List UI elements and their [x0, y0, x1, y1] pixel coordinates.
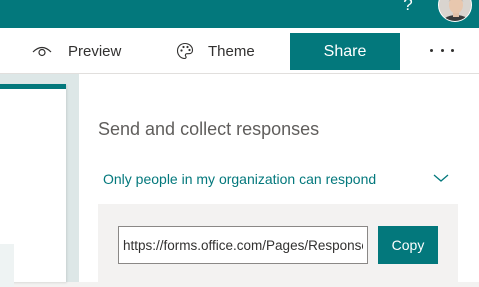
eye-icon: [32, 44, 52, 58]
theme-button[interactable]: Theme: [176, 28, 255, 74]
copy-button[interactable]: Copy: [378, 226, 438, 264]
avatar[interactable]: [438, 0, 472, 22]
link-box: Copy: [98, 204, 458, 282]
theme-label: Theme: [208, 42, 255, 60]
toolbar: Preview Theme Share: [0, 28, 479, 74]
form-canvas: [0, 74, 79, 287]
chevron-down-icon: [433, 170, 449, 188]
more-icon[interactable]: [430, 40, 454, 60]
palette-icon: [176, 42, 194, 60]
preview-button[interactable]: Preview: [32, 28, 121, 74]
preview-label: Preview: [68, 42, 122, 60]
panel-title: Send and collect responses: [98, 119, 320, 139]
help-icon[interactable]: ?: [398, 0, 418, 15]
share-link-input[interactable]: [118, 226, 368, 264]
send-panel: Send and collect responses Only people i…: [79, 74, 479, 282]
form-card[interactable]: [0, 84, 66, 287]
audience-selected-value: Only people in my organization can respo…: [103, 171, 377, 187]
share-button[interactable]: Share: [290, 33, 400, 70]
audience-dropdown[interactable]: Only people in my organization can respo…: [103, 168, 449, 190]
top-bar: ?: [0, 0, 479, 28]
form-card-section: [0, 244, 14, 287]
